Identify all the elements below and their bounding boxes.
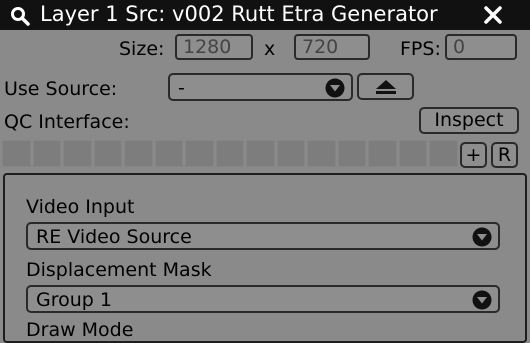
video-input-select[interactable]: RE Video Source xyxy=(26,222,500,250)
displacement-mask-label: Displacement Mask xyxy=(26,259,212,281)
strip-cell xyxy=(307,140,336,167)
strip-cell xyxy=(93,140,123,167)
chevron-down-icon xyxy=(472,227,492,247)
strip-cell xyxy=(2,140,31,167)
size-separator: x xyxy=(264,38,276,60)
strip-cell xyxy=(429,140,458,167)
eject-button[interactable] xyxy=(357,73,414,100)
parameters-panel: Video Input RE Video Source Displacement… xyxy=(3,173,527,343)
chevron-down-icon xyxy=(472,290,492,310)
reset-button[interactable]: R xyxy=(491,142,518,168)
chevron-down-icon xyxy=(325,78,345,98)
strip-cell xyxy=(32,140,62,167)
strip-cell xyxy=(124,140,153,167)
video-input-label: Video Input xyxy=(26,196,135,218)
strip-cell xyxy=(154,140,184,167)
eject-icon xyxy=(376,80,396,94)
video-input-value: RE Video Source xyxy=(36,226,192,248)
strip-cell xyxy=(368,140,397,167)
qc-interface-label: QC Interface: xyxy=(4,111,130,133)
draw-mode-label: Draw Mode xyxy=(26,319,134,341)
width-field[interactable] xyxy=(175,34,253,60)
use-source-label: Use Source: xyxy=(4,78,118,100)
strip-cell xyxy=(398,140,428,167)
fps-label: FPS: xyxy=(400,38,441,60)
displacement-mask-value: Group 1 xyxy=(36,289,112,311)
close-icon[interactable] xyxy=(483,5,503,25)
use-source-select[interactable]: - xyxy=(168,73,353,101)
window-titlebar: Layer 1 Src: v002 Rutt Etra Generator xyxy=(0,0,530,30)
size-label: Size: xyxy=(119,38,165,60)
height-field[interactable] xyxy=(294,34,370,60)
strip-cell xyxy=(276,140,306,167)
qc-patch-strip xyxy=(2,140,458,167)
strip-cell xyxy=(246,140,275,167)
strip-cell xyxy=(63,140,92,167)
displacement-mask-select[interactable]: Group 1 xyxy=(26,285,500,313)
strip-cell xyxy=(337,140,367,167)
strip-cell xyxy=(185,140,214,167)
use-source-value: - xyxy=(178,77,185,99)
strip-cell xyxy=(215,140,245,167)
add-button[interactable]: + xyxy=(460,142,487,168)
window-title: Layer 1 Src: v002 Rutt Etra Generator xyxy=(40,2,438,26)
inspect-button[interactable]: Inspect xyxy=(419,107,519,134)
fps-field[interactable] xyxy=(445,34,517,60)
search-icon[interactable] xyxy=(10,6,30,26)
